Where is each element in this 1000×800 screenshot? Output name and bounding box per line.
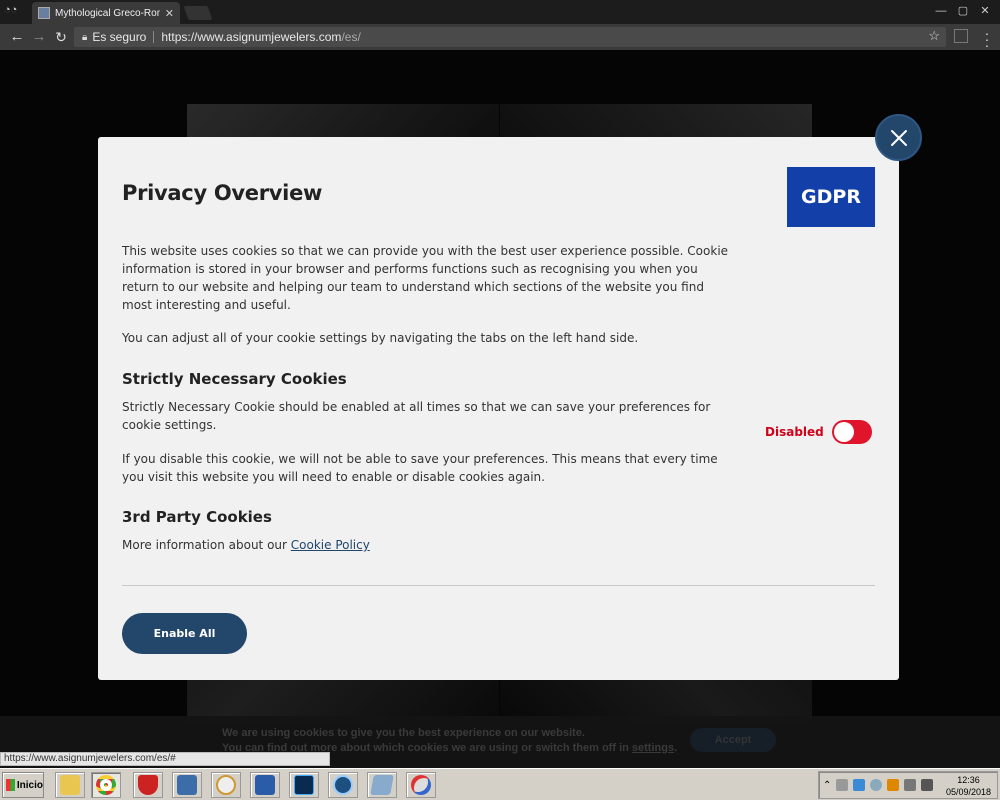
tab-title: Mythological Greco-Roman — [55, 7, 160, 19]
word-icon[interactable] — [250, 772, 280, 798]
shield-app-icon[interactable] — [133, 772, 163, 798]
modal-title: Privacy Overview — [122, 181, 323, 205]
app-tray-icon[interactable] — [887, 779, 900, 791]
windows-logo-icon — [6, 779, 15, 791]
close-icon — [890, 129, 907, 146]
privacy-adjust-text: You can adjust all of your cookie settin… — [122, 331, 639, 345]
necessary-cookies-heading: Strictly Necessary Cookies — [122, 370, 347, 388]
cookie-policy-link[interactable]: Cookie Policy — [291, 538, 370, 552]
browser-menu-icon[interactable]: · · · — [982, 26, 992, 52]
chrome-icon[interactable] — [91, 772, 121, 798]
clock-time: 12:36 — [957, 775, 980, 785]
toggle-status-label: Disabled — [765, 425, 824, 439]
new-tab-button[interactable] — [183, 6, 213, 20]
back-arrow-icon[interactable]: ← — [8, 28, 26, 46]
folder-icon[interactable] — [55, 772, 85, 798]
browser-tab[interactable]: Mythological Greco-Roman ✕ — [32, 2, 180, 24]
flag-icon[interactable] — [836, 779, 849, 791]
extension-icon[interactable] — [954, 29, 968, 43]
clock[interactable]: 12:36 05/09/2018 — [946, 774, 991, 798]
necessary-cookies-toggle[interactable] — [831, 420, 872, 444]
tray-expand-icon[interactable]: ⌃ — [823, 780, 831, 791]
disable-warning-text: If you disable this cookie, we will not … — [122, 452, 718, 484]
volume-icon[interactable] — [921, 779, 934, 791]
dropbox-icon[interactable] — [853, 779, 866, 791]
incognito-icon: ◔◔ — [4, 4, 18, 16]
address-divider — [153, 31, 155, 43]
privacy-intro: This website uses cookies so that we can… — [122, 244, 729, 312]
network-icon[interactable] — [870, 779, 883, 791]
bookmark-star-icon[interactable]: ☆ — [928, 28, 940, 44]
enable-all-button[interactable]: Enable All — [122, 613, 247, 654]
toggle-knob — [833, 422, 854, 442]
system-tray: ⌃ 12:36 05/09/2018 — [818, 771, 998, 799]
third-party-info-text: More information about our — [122, 538, 291, 552]
necessary-cookies-text: Strictly Necessary Cookie should be enab… — [122, 400, 711, 432]
url-base: https://www.asignumjewelers.com — [161, 30, 342, 44]
paint-icon[interactable] — [406, 772, 436, 798]
forward-arrow-icon[interactable]: → — [30, 28, 48, 46]
gdpr-badge: GDPR — [787, 167, 875, 227]
window-close-button[interactable]: ✕ — [974, 2, 996, 20]
windows-taskbar: Inicio ⌃ 12:36 05/09/2018 — [0, 768, 1000, 800]
necessary-cookies-toggle-group: Disabled — [765, 420, 872, 444]
address-bar[interactable]: 🔒︎ Es seguro https://www.asignumjewelers… — [74, 27, 946, 47]
browser-toolbar: ← → ↻ 🔒︎ Es seguro https://www.asignumje… — [0, 24, 1000, 52]
lock-icon: 🔒︎ — [82, 31, 88, 43]
start-label: Inicio — [16, 779, 43, 791]
start-button[interactable]: Inicio — [2, 772, 44, 798]
reload-icon[interactable]: ↻ — [52, 28, 70, 46]
window-controls: — ▢ ✕ — [930, 2, 996, 20]
url-path: /es/ — [341, 30, 361, 44]
cookie-settings-link[interactable]: settings — [632, 742, 674, 754]
monitor-app-icon[interactable] — [172, 772, 202, 798]
monitor-tray-icon[interactable] — [904, 779, 917, 791]
status-url: https://www.asignumjewelers.com/es/# — [0, 752, 330, 766]
security-label: Es seguro — [92, 30, 147, 44]
third-party-cookies-heading: 3rd Party Cookies — [122, 508, 272, 526]
photoshop-icon[interactable] — [289, 772, 319, 798]
privacy-modal: Privacy Overview GDPR This website uses … — [98, 137, 899, 680]
modal-divider — [122, 585, 875, 586]
cookie-notice-line1: We are using cookies to give you the bes… — [222, 727, 585, 739]
tab-close-icon[interactable]: ✕ — [165, 7, 174, 20]
modal-close-button[interactable] — [875, 114, 922, 161]
notepad-icon[interactable] — [367, 772, 397, 798]
browser-titlebar: ◔◔ Mythological Greco-Roman ✕ — ▢ ✕ — [0, 0, 1000, 24]
favicon-icon — [38, 7, 50, 19]
globe-app-icon[interactable] — [211, 772, 241, 798]
accept-cookies-button[interactable]: Accept — [690, 728, 776, 752]
minimize-button[interactable]: — — [930, 2, 952, 20]
speedometer-app-icon[interactable] — [328, 772, 358, 798]
clock-date: 05/09/2018 — [945, 787, 991, 797]
maximize-button[interactable]: ▢ — [952, 2, 974, 20]
third-party-cookies-text: More information about our Cookie Policy — [122, 536, 732, 554]
